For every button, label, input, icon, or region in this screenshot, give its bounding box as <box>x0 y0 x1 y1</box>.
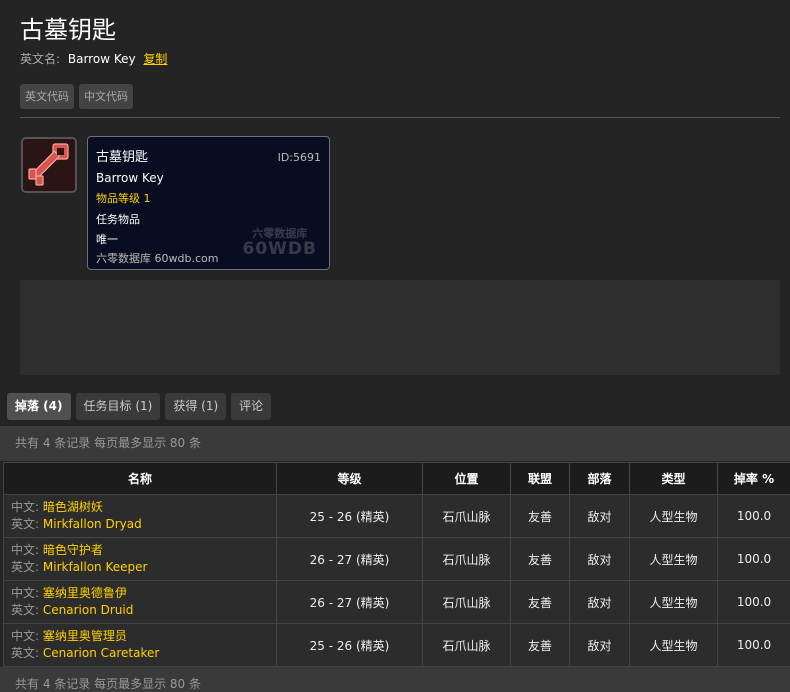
rate-cell: 100.0 <box>717 580 790 624</box>
horde-cell: 敌对 <box>569 580 630 624</box>
level-cell: 26 - 27 (精英) <box>276 580 423 624</box>
en-label: 英文: <box>11 603 40 617</box>
location-cell: 石爪山脉 <box>422 580 511 624</box>
copy-link[interactable]: 复制 <box>143 52 167 66</box>
tab-quest-objective[interactable]: 任务目标 (1) <box>75 393 161 420</box>
tab-obtained[interactable]: 获得 (1) <box>165 393 227 420</box>
npc-name-cell: 中文: 暗色湖树妖 英文: Mirkfallon Dryad <box>3 494 277 538</box>
npc-en-link[interactable]: Cenarion Caretaker <box>43 646 159 660</box>
header-location[interactable]: 位置 <box>422 462 511 495</box>
header-horde[interactable]: 部落 <box>569 462 630 495</box>
cn-label: 中文: <box>11 500 40 514</box>
header-name[interactable]: 名称 <box>3 462 277 495</box>
level-cell: 25 - 26 (精英) <box>276 623 423 667</box>
type-cell: 人型生物 <box>629 494 718 538</box>
npc-en-link[interactable]: Cenarion Druid <box>43 603 133 617</box>
tooltip-item-id: ID:5691 <box>277 151 321 164</box>
alliance-cell: 友善 <box>510 494 570 538</box>
cn-label: 中文: <box>11 586 40 600</box>
horde-cell: 敌对 <box>569 537 630 581</box>
header-alliance[interactable]: 联盟 <box>510 462 570 495</box>
header-drop-rate[interactable]: 掉率 % <box>717 462 790 495</box>
npc-cn-link[interactable]: 暗色守护者 <box>43 543 103 557</box>
tooltip-quest-item: 任务物品 <box>96 213 140 226</box>
type-cell: 人型生物 <box>629 537 718 581</box>
npc-name-cell: 中文: 塞纳里奥管理员 英文: Cenarion Caretaker <box>3 623 277 667</box>
en-label: 英文: <box>11 560 40 574</box>
type-cell: 人型生物 <box>629 580 718 624</box>
cn-label: 中文: <box>11 543 40 557</box>
level-cell: 26 - 27 (精英) <box>276 537 423 581</box>
header-type[interactable]: 类型 <box>629 462 718 495</box>
horde-cell: 敌对 <box>569 494 630 538</box>
watermark-en: 60WDB <box>242 239 317 260</box>
table-header-row: 名称 等级 位置 联盟 部落 类型 掉率 % <box>3 462 790 495</box>
en-label: 英文: <box>11 517 40 531</box>
npc-name-cell: 中文: 塞纳里奥德鲁伊 英文: Cenarion Druid <box>3 580 277 624</box>
tooltip-english-name: Barrow Key <box>96 171 164 185</box>
tooltip-item-level: 物品等级 1 <box>96 192 151 205</box>
header-divider <box>20 117 780 118</box>
header-level[interactable]: 等级 <box>276 462 423 495</box>
npc-cn-link[interactable]: 暗色湖树妖 <box>43 500 103 514</box>
english-name-row: 英文名: Barrow Key 复制 <box>20 50 167 67</box>
item-tooltip: 古墓钥匙 ID:5691 Barrow Key 物品等级 1 任务物品 唯一 六… <box>87 136 330 270</box>
cn-label: 中文: <box>11 629 40 643</box>
npc-name-cell: 中文: 暗色守护者 英文: Mirkfallon Keeper <box>3 537 277 581</box>
npc-cn-link[interactable]: 塞纳里奥管理员 <box>43 629 127 643</box>
type-cell: 人型生物 <box>629 623 718 667</box>
npc-cn-link[interactable]: 塞纳里奥德鲁伊 <box>43 586 127 600</box>
alliance-cell: 友善 <box>510 580 570 624</box>
tab-comments[interactable]: 评论 <box>231 393 272 420</box>
rate-cell: 100.0 <box>717 623 790 667</box>
tab-bar: 掉落 (4) 任务目标 (1) 获得 (1) 评论 <box>7 393 272 420</box>
watermark: 六零数据库 60WDB <box>243 228 317 259</box>
location-cell: 石爪山脉 <box>422 537 511 581</box>
english-code-button[interactable]: 英文代码 <box>20 84 74 109</box>
chinese-code-button[interactable]: 中文代码 <box>79 84 133 109</box>
npc-en-link[interactable]: Mirkfallon Keeper <box>43 560 148 574</box>
horde-cell: 敌对 <box>569 623 630 667</box>
alliance-cell: 友善 <box>510 623 570 667</box>
rate-cell: 100.0 <box>717 494 790 538</box>
level-cell: 25 - 26 (精英) <box>276 494 423 538</box>
code-buttons: 英文代码 中文代码 <box>20 84 133 109</box>
npc-en-link[interactable]: Mirkfallon Dryad <box>43 517 142 531</box>
red-key-icon <box>23 139 75 191</box>
en-label: 英文: <box>11 646 40 660</box>
table-row: 中文: 暗色守护者 英文: Mirkfallon Keeper 26 - 27 … <box>3 537 790 581</box>
location-cell: 石爪山脉 <box>422 494 511 538</box>
table-row: 中文: 塞纳里奥管理员 英文: Cenarion Caretaker 25 - … <box>3 623 790 667</box>
drops-table: 名称 等级 位置 联盟 部落 类型 掉率 % 中文: 暗色湖树妖 英文: Mir… <box>3 462 790 667</box>
english-name-label: 英文名: <box>20 52 61 66</box>
location-cell: 石爪山脉 <box>422 623 511 667</box>
records-count-top: 共有 4 条记录 每页最多显示 80 条 <box>0 426 790 461</box>
table-row: 中文: 暗色湖树妖 英文: Mirkfallon Dryad 25 - 26 (… <box>3 494 790 538</box>
rate-cell: 100.0 <box>717 537 790 581</box>
tooltip-item-name: 古墓钥匙 <box>96 150 149 165</box>
item-icon-frame <box>21 137 77 193</box>
page-title: 古墓钥匙 <box>20 16 116 44</box>
english-name-value: Barrow Key <box>67 52 136 66</box>
tab-drops[interactable]: 掉落 (4) <box>7 393 71 420</box>
empty-panel <box>20 280 780 375</box>
alliance-cell: 友善 <box>510 537 570 581</box>
table-row: 中文: 塞纳里奥德鲁伊 英文: Cenarion Druid 26 - 27 (… <box>3 580 790 624</box>
records-count-bottom: 共有 4 条记录 每页最多显示 80 条 <box>0 667 790 692</box>
